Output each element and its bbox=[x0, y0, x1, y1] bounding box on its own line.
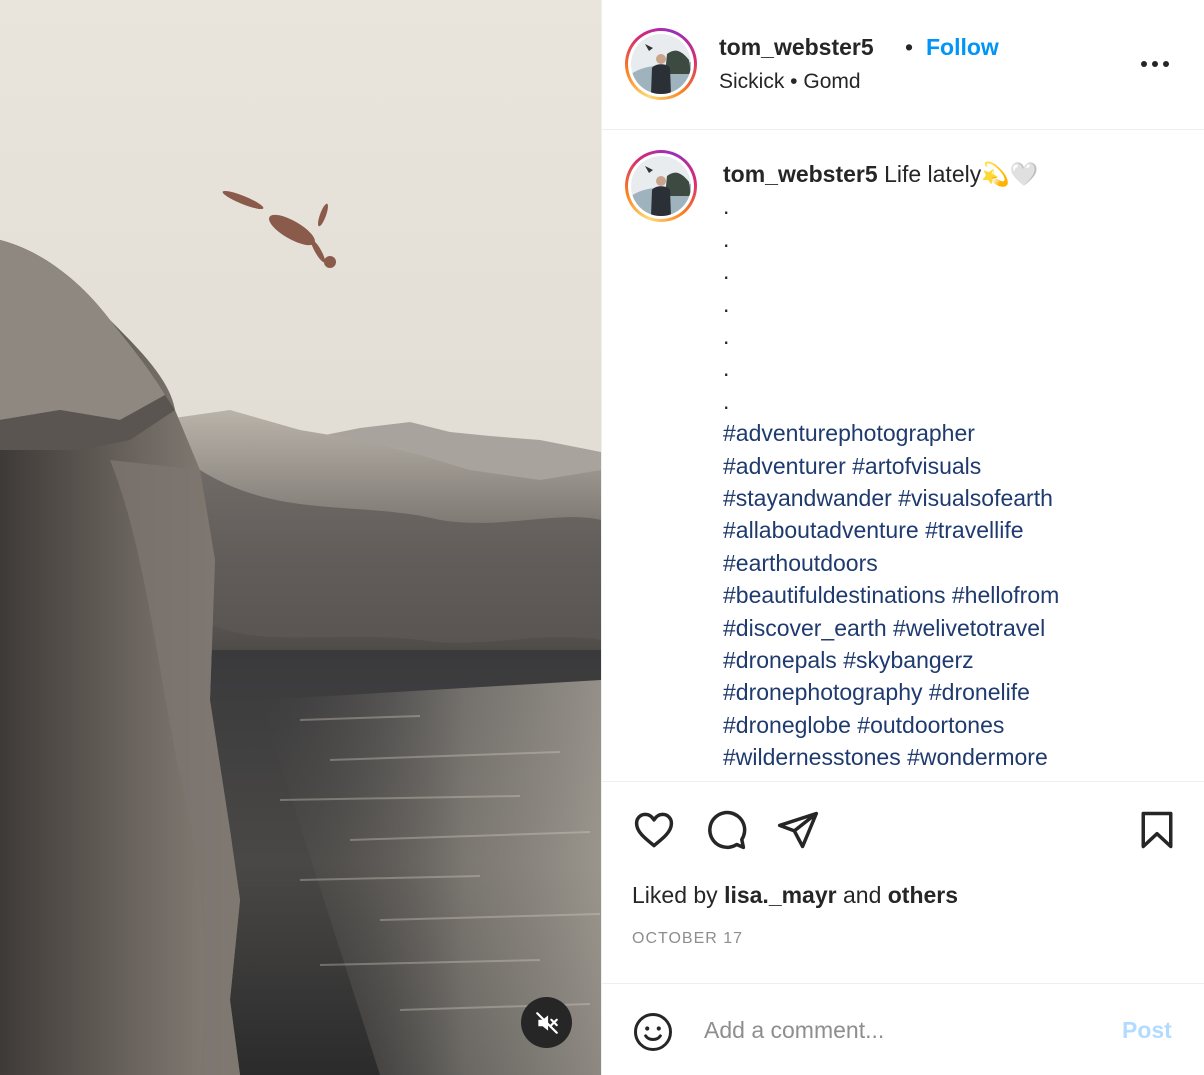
caption-body: Life lately💫🤍 bbox=[884, 161, 1039, 187]
caption-dot-line: . bbox=[723, 193, 730, 220]
avatar[interactable] bbox=[625, 28, 697, 100]
save-button[interactable] bbox=[1135, 808, 1179, 852]
hashtag-link[interactable]: #wondermore bbox=[907, 744, 1048, 770]
hashtag-link[interactable]: #artofvisuals bbox=[852, 453, 981, 479]
post-actions: Liked by lisa._mayr and others OCTOBER 1… bbox=[602, 781, 1204, 983]
bookmark-icon bbox=[1141, 811, 1173, 849]
header-separator: • bbox=[905, 34, 914, 60]
hashtag-line: #adventurer #artofvisuals bbox=[723, 450, 1183, 482]
post-author-username[interactable]: tom_webster5 bbox=[719, 34, 874, 61]
hashtag-line: #droneglobe #outdoortones bbox=[723, 709, 1183, 741]
mute-toggle-button[interactable] bbox=[521, 997, 572, 1048]
post-detail-panel: tom_webster5 • Follow Sickick • Gomd tom… bbox=[601, 0, 1204, 1075]
caption-username[interactable]: tom_webster5 bbox=[723, 161, 878, 187]
likes-prefix: Liked by bbox=[632, 882, 718, 908]
post-comment-button[interactable]: Post bbox=[1122, 1017, 1172, 1044]
caption-section: tom_webster5 Life lately💫🤍 ....... #adve… bbox=[602, 131, 1204, 781]
hashtag-link[interactable]: #beautifuldestinations bbox=[723, 582, 946, 608]
post-media[interactable] bbox=[0, 0, 601, 1075]
hashtag-link[interactable]: #allaboutadventure bbox=[723, 517, 919, 543]
liker-username[interactable]: lisa._mayr bbox=[724, 882, 837, 908]
hashtag-line: #allaboutadventure #travellife bbox=[723, 514, 1183, 546]
caption-avatar[interactable] bbox=[625, 150, 697, 222]
caption-dot-line: . bbox=[723, 290, 730, 317]
caption-dot-line: . bbox=[723, 322, 730, 349]
hashtag-line: #dronephotography #dronelife bbox=[723, 676, 1183, 708]
post-header: tom_webster5 • Follow Sickick • Gomd bbox=[602, 0, 1204, 130]
comment-button[interactable] bbox=[704, 808, 748, 852]
emoji-smile-icon bbox=[634, 1013, 672, 1051]
comment-bar: Post bbox=[602, 983, 1204, 1075]
hashtag-line: #stayandwander #visualsofearth bbox=[723, 482, 1183, 514]
hashtag-link[interactable]: #visualsofearth bbox=[898, 485, 1053, 511]
hashtag-link[interactable]: #adventurer bbox=[723, 453, 846, 479]
hashtag-line: #adventurephotographer bbox=[723, 417, 1183, 449]
caption-dot-line: . bbox=[723, 387, 730, 414]
hashtag-link[interactable]: #dronepals bbox=[723, 647, 837, 673]
hashtag-line: #earthoutdoors bbox=[723, 547, 1183, 579]
hashtag-link[interactable]: #discover_earth bbox=[723, 615, 887, 641]
cliff-jump-photo bbox=[0, 0, 601, 1075]
likes-others-link[interactable]: others bbox=[888, 882, 958, 908]
likes-summary: Liked by lisa._mayr and others bbox=[632, 882, 958, 909]
paper-plane-icon bbox=[777, 811, 819, 849]
likes-joiner: and bbox=[842, 882, 882, 908]
hashtag-list: #adventurephotographer #adventurer #artof… bbox=[723, 417, 1183, 773]
profile-photo bbox=[631, 156, 691, 216]
hashtag-link[interactable]: #travellife bbox=[925, 517, 1023, 543]
caption-text: tom_webster5 Life lately💫🤍 ....... #adve… bbox=[723, 158, 1183, 774]
caption-dots: ....... bbox=[723, 190, 1183, 417]
comment-icon bbox=[708, 810, 747, 850]
hashtag-link[interactable]: #dronephotography bbox=[723, 679, 923, 705]
hashtag-link[interactable]: #hellofrom bbox=[952, 582, 1059, 608]
more-horizontal-icon[interactable] bbox=[1139, 52, 1171, 76]
hashtag-line: #beautifuldestinations #hellofrom bbox=[723, 579, 1183, 611]
profile-photo bbox=[631, 34, 691, 94]
hashtag-link[interactable]: #dronelife bbox=[929, 679, 1030, 705]
comment-input[interactable] bbox=[704, 1010, 1094, 1050]
follow-button[interactable]: Follow bbox=[926, 34, 999, 61]
hashtag-link[interactable]: #wildernesstones bbox=[723, 744, 901, 770]
share-button[interactable] bbox=[776, 808, 820, 852]
caption-dot-line: . bbox=[723, 225, 730, 252]
hashtag-line: #wildernesstones #wondermore bbox=[723, 741, 1183, 773]
speaker-muted-icon bbox=[535, 1011, 558, 1034]
caption-dot-line: . bbox=[723, 258, 730, 285]
hashtag-link[interactable]: #adventurephotographer bbox=[723, 420, 975, 446]
hashtag-link[interactable]: #earthoutdoors bbox=[723, 550, 878, 576]
hashtag-link[interactable]: #outdoortones bbox=[857, 712, 1004, 738]
hashtag-link[interactable]: #skybangerz bbox=[843, 647, 973, 673]
audio-attribution[interactable]: Sickick • Gomd bbox=[719, 70, 861, 94]
like-button[interactable] bbox=[632, 808, 676, 852]
hashtag-link[interactable]: #stayandwander bbox=[723, 485, 892, 511]
heart-icon bbox=[634, 812, 674, 848]
hashtag-link[interactable]: #droneglobe bbox=[723, 712, 851, 738]
hashtag-line: #discover_earth #welivetotravel bbox=[723, 612, 1183, 644]
caption-dot-line: . bbox=[723, 355, 730, 382]
hashtag-line: #dronepals #skybangerz bbox=[723, 644, 1183, 676]
post-date[interactable]: OCTOBER 17 bbox=[632, 930, 743, 948]
hashtag-link[interactable]: #welivetotravel bbox=[893, 615, 1045, 641]
emoji-picker-button[interactable] bbox=[632, 1011, 674, 1053]
